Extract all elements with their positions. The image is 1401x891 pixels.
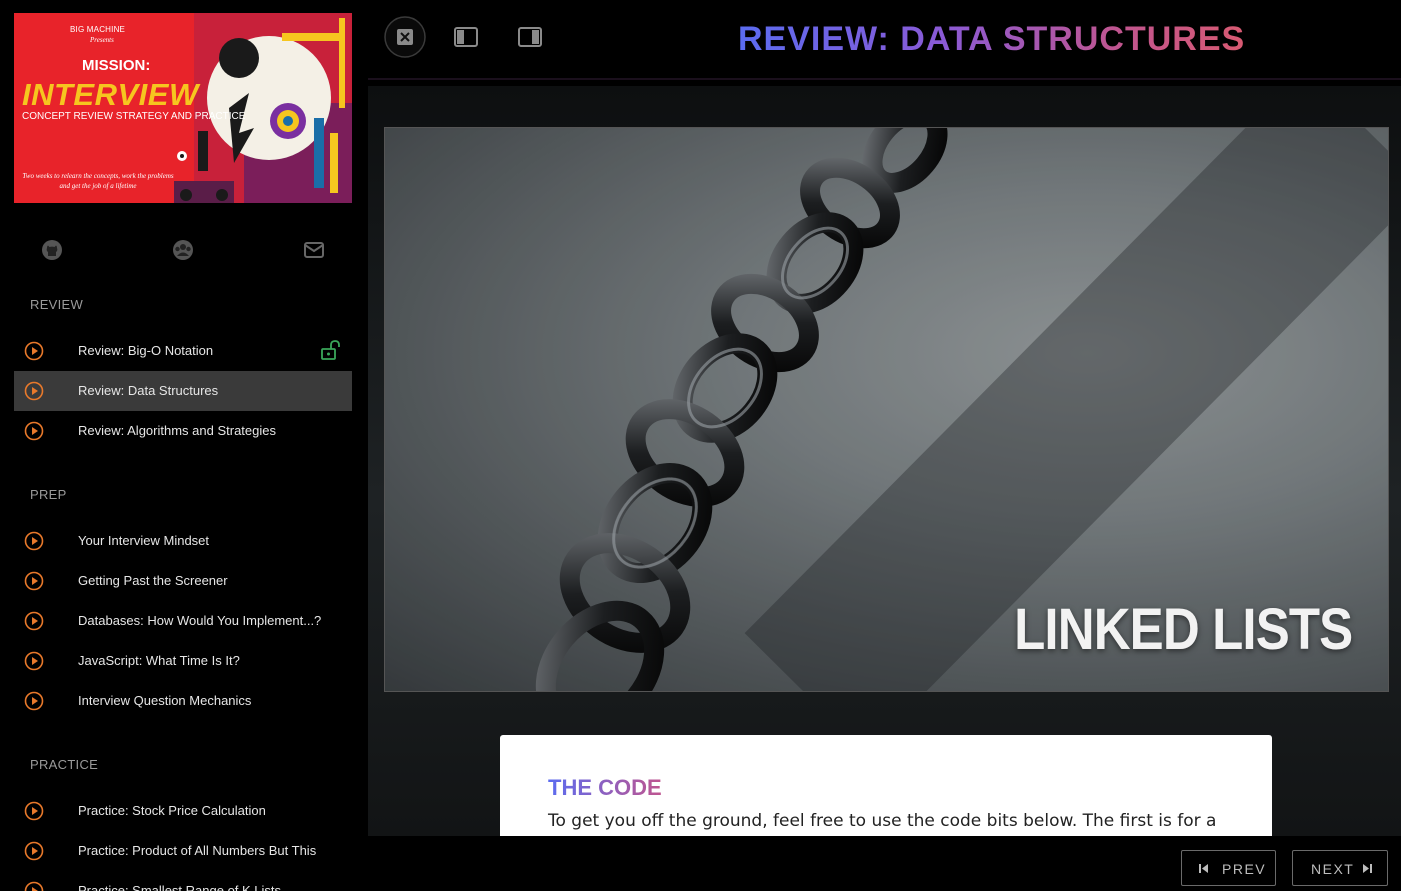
left-panel-icon — [454, 27, 478, 47]
poster-mission: MISSION: — [82, 57, 151, 74]
play-icon — [24, 801, 44, 821]
hero-caption: LINKED LISTS — [1013, 597, 1353, 662]
lesson-item-question-mechanics[interactable]: Interview Question Mechanics — [14, 681, 352, 721]
unlock-icon — [321, 340, 340, 360]
course-poster: BIG MACHINE Presents MISSION: INTERVIEW … — [14, 13, 352, 203]
play-icon — [24, 841, 44, 861]
sidebar: BIG MACHINE Presents MISSION: INTERVIEW … — [0, 0, 368, 891]
mail-icon[interactable] — [302, 238, 326, 262]
toggle-right-panel-button[interactable] — [518, 27, 542, 47]
section-review-heading: REVIEW — [30, 297, 84, 312]
lesson-label: Getting Past the Screener — [78, 573, 228, 588]
next-button[interactable]: NEXT — [1292, 850, 1388, 886]
play-icon — [24, 531, 44, 551]
lesson-item-algorithms[interactable]: Review: Algorithms and Strategies — [14, 411, 352, 451]
right-panel-icon — [518, 27, 542, 47]
section-practice-heading: PRACTICE — [30, 757, 99, 772]
poster-presents: Presents — [90, 36, 114, 44]
poster-tagline: CONCEPT REVIEW STRATEGY AND PRACTICE — [22, 111, 246, 122]
lesson-label: Review: Big-O Notation — [78, 343, 214, 358]
top-bar: REVIEW: DATA STRUCTURES — [368, 0, 1401, 80]
prev-label: PREV — [1222, 861, 1267, 877]
lesson-label: Your Interview Mindset — [78, 533, 210, 548]
close-button[interactable] — [384, 16, 426, 58]
close-icon — [384, 16, 426, 58]
lesson-label: Practice: Smallest Range of K Lists — [78, 883, 282, 891]
lesson-item-screener[interactable]: Getting Past the Screener — [14, 561, 352, 601]
lesson-item-databases[interactable]: Databases: How Would You Implement...? — [14, 601, 352, 641]
lesson-label: Databases: How Would You Implement...? — [78, 613, 322, 628]
lesson-label: Practice: Product of All Numbers But Thi… — [78, 843, 317, 858]
lesson-item-data-structures[interactable]: Review: Data Structures — [14, 371, 352, 411]
github-icon[interactable] — [40, 238, 64, 262]
lesson-item-javascript-time[interactable]: JavaScript: What Time Is It? — [14, 641, 352, 681]
play-icon — [24, 571, 44, 591]
lesson-item-smallest-range[interactable]: Practice: Smallest Range of K Lists — [14, 871, 352, 891]
lesson-text-card: THE CODE To get you off the ground, feel… — [500, 735, 1272, 836]
lesson-item-stock-price[interactable]: Practice: Stock Price Calculation — [14, 791, 352, 831]
play-icon — [24, 421, 44, 441]
lesson-label: Practice: Stock Price Calculation — [78, 803, 266, 818]
poster-title: INTERVIEW — [22, 77, 199, 112]
lesson-label: Interview Question Mechanics — [78, 693, 252, 708]
toggle-left-panel-button[interactable] — [454, 27, 478, 47]
lesson-hero-image: LINKED LISTS — [384, 127, 1389, 692]
skip-forward-icon — [1363, 864, 1372, 873]
section-paragraph: To get you off the ground, feel free to … — [548, 811, 1217, 831]
play-icon — [24, 691, 44, 711]
prev-button[interactable]: PREV — [1181, 850, 1276, 886]
poster-brand: BIG MACHINE — [70, 25, 126, 34]
poster-blurb: Two weeks to relearn the concepts, work … — [22, 172, 174, 190]
play-icon — [24, 881, 44, 891]
community-icon[interactable] — [171, 238, 195, 262]
lesson-label: JavaScript: What Time Is It? — [78, 653, 240, 668]
lesson-content: LINKED LISTS THE CODE To get you off the… — [368, 86, 1401, 836]
play-icon — [24, 611, 44, 631]
next-label: NEXT — [1311, 861, 1355, 877]
skip-back-icon — [1199, 864, 1208, 873]
section-prep-heading: PREP — [30, 487, 67, 502]
page-title: REVIEW: DATA STRUCTURES — [738, 20, 1246, 58]
lesson-label: Review: Algorithms and Strategies — [78, 423, 276, 438]
lesson-label: Review: Data Structures — [78, 383, 219, 398]
bottom-nav-bar: PREV NEXT — [368, 836, 1401, 891]
lesson-item-product-numbers[interactable]: Practice: Product of All Numbers But Thi… — [14, 831, 352, 871]
play-icon — [24, 651, 44, 671]
section-heading: THE CODE — [548, 775, 662, 800]
lesson-item-big-o[interactable]: Review: Big-O Notation — [14, 331, 352, 371]
play-icon — [24, 381, 44, 401]
play-icon — [24, 341, 44, 361]
social-links — [0, 238, 368, 264]
lesson-item-mindset[interactable]: Your Interview Mindset — [14, 521, 352, 561]
